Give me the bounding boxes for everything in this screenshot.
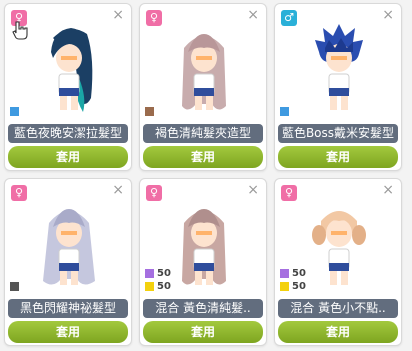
color-swatch bbox=[10, 107, 19, 116]
color-swatch bbox=[145, 107, 154, 116]
swatch-row bbox=[145, 105, 157, 118]
apply-button[interactable]: 套用 bbox=[278, 146, 398, 168]
swatch-row: 50 bbox=[145, 267, 171, 280]
swatch-row bbox=[10, 105, 22, 118]
color-swatches bbox=[10, 280, 22, 293]
close-icon[interactable]: × bbox=[382, 8, 394, 22]
hair-card[interactable]: ♀ × 50 50 混合 黃色小不點.. 套用 bbox=[274, 178, 402, 346]
color-swatches: 50 50 bbox=[145, 267, 171, 293]
apply-button[interactable]: 套用 bbox=[8, 321, 128, 343]
hair-name-label: 混合 黃色清純髮.. bbox=[143, 299, 263, 318]
color-swatches bbox=[280, 105, 292, 118]
swatch-percent: 50 bbox=[157, 268, 171, 279]
color-swatch bbox=[280, 282, 289, 291]
swatch-row: 50 bbox=[280, 267, 306, 280]
apply-button[interactable]: 套用 bbox=[278, 321, 398, 343]
gender-icon: ♀ bbox=[146, 10, 162, 26]
color-swatches: 50 50 bbox=[280, 267, 306, 293]
apply-button[interactable]: 套用 bbox=[8, 146, 128, 168]
gender-icon: ♀ bbox=[11, 185, 27, 201]
hair-name-label: 黑色閃耀神祕髮型 bbox=[8, 299, 128, 318]
gender-icon: ♀ bbox=[281, 185, 297, 201]
swatch-row: 50 bbox=[145, 280, 171, 293]
hair-card[interactable]: ♀ × 褐色清純髮夾造型 套用 bbox=[139, 3, 267, 171]
swatch-row bbox=[280, 105, 292, 118]
hair-card[interactable]: ♀ × 黑色閃耀神祕髮型 套用 bbox=[4, 178, 132, 346]
avatar-preview bbox=[299, 193, 379, 289]
color-swatch bbox=[10, 282, 19, 291]
swatch-row bbox=[10, 280, 22, 293]
avatar-preview bbox=[29, 193, 109, 289]
swatch-percent: 50 bbox=[157, 281, 171, 292]
swatch-percent: 50 bbox=[292, 268, 306, 279]
hair-name-label: 藍色Boss戴米安髮型 bbox=[278, 124, 398, 143]
hair-card[interactable]: ♂ × 藍色Boss戴米安髮型 套用 bbox=[274, 3, 402, 171]
close-icon[interactable]: × bbox=[382, 183, 394, 197]
hair-name-label: 藍色夜晚安潔拉髮型 bbox=[8, 124, 128, 143]
hair-card[interactable]: ♀ × 50 50 混合 黃色清純髮.. 套用 bbox=[139, 178, 267, 346]
hand-cursor-icon bbox=[12, 21, 28, 40]
close-icon[interactable]: × bbox=[112, 8, 124, 22]
color-swatch bbox=[280, 107, 289, 116]
close-icon[interactable]: × bbox=[247, 8, 259, 22]
hair-name-label: 褐色清純髮夾造型 bbox=[143, 124, 263, 143]
apply-button[interactable]: 套用 bbox=[143, 321, 263, 343]
gender-icon: ♂ bbox=[281, 10, 297, 26]
swatch-percent: 50 bbox=[292, 281, 306, 292]
hair-name-label: 混合 黃色小不點.. bbox=[278, 299, 398, 318]
color-swatch bbox=[145, 282, 154, 291]
avatar-preview bbox=[29, 18, 109, 114]
avatar-preview bbox=[164, 18, 244, 114]
swatch-row: 50 bbox=[280, 280, 306, 293]
color-swatches bbox=[10, 105, 22, 118]
color-swatch bbox=[280, 269, 289, 278]
close-icon[interactable]: × bbox=[247, 183, 259, 197]
avatar-preview bbox=[299, 18, 379, 114]
color-swatches bbox=[145, 105, 157, 118]
apply-button[interactable]: 套用 bbox=[143, 146, 263, 168]
close-icon[interactable]: × bbox=[112, 183, 124, 197]
gender-icon: ♀ bbox=[146, 185, 162, 201]
avatar-preview bbox=[164, 193, 244, 289]
color-swatch bbox=[145, 269, 154, 278]
